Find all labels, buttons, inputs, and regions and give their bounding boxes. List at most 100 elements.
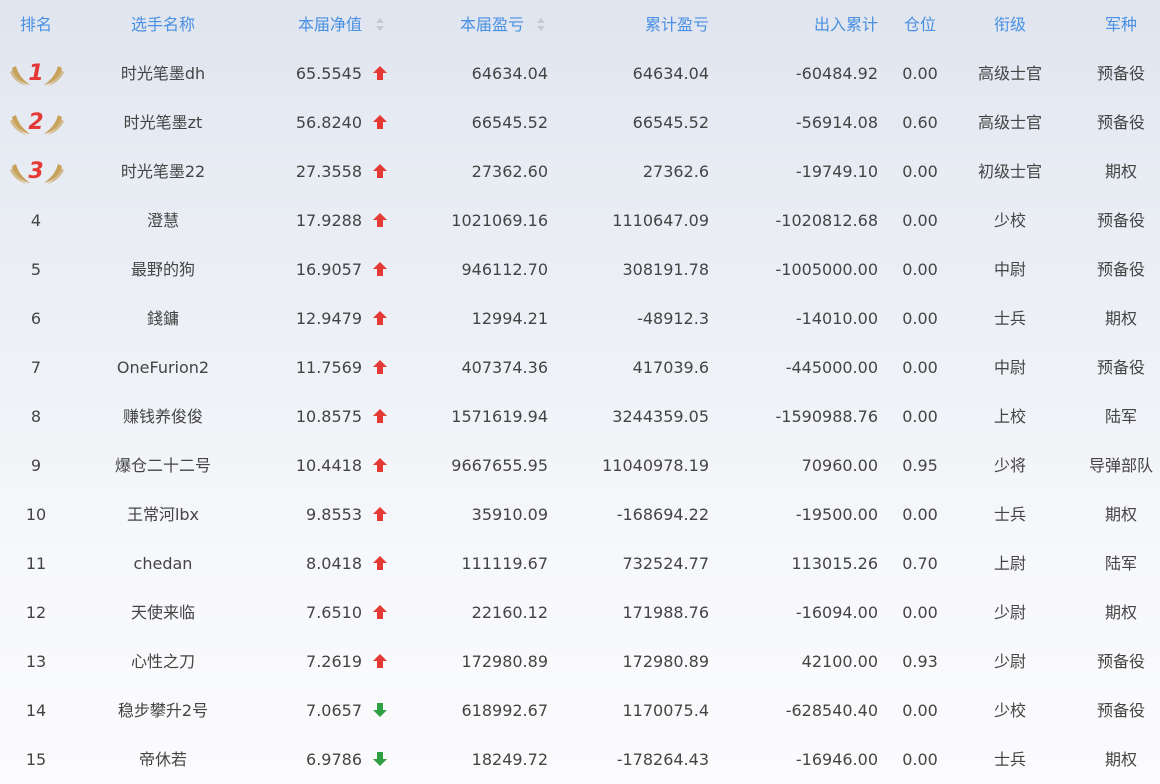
arrow-up-icon bbox=[370, 49, 390, 98]
player-name[interactable]: 王常河lbx bbox=[78, 490, 248, 539]
arrow-up-icon bbox=[370, 539, 390, 588]
player-name[interactable]: 錢鏞 bbox=[78, 294, 248, 343]
cumulative-pnl: 64634.04 bbox=[632, 64, 709, 83]
position-ratio: 0.00 bbox=[902, 701, 938, 720]
col-header-name: 选手名称 bbox=[130, 15, 195, 34]
military-title: 少尉 bbox=[993, 603, 1026, 622]
military-arm: 预备役 bbox=[1096, 64, 1145, 83]
col-header-in-out: 出入累计 bbox=[813, 15, 878, 34]
table-row: 10 王常河lbx 9.8553 35910.09 -168694.22 -19500.0… bbox=[0, 490, 1160, 539]
military-arm: 预备役 bbox=[1096, 113, 1145, 132]
player-name[interactable]: 澄慧 bbox=[78, 196, 248, 245]
nav-value: 11.7569 bbox=[295, 358, 362, 377]
military-arm: 预备役 bbox=[1096, 652, 1145, 671]
current-pnl: 172980.89 bbox=[461, 652, 548, 671]
table-row: 2 时光笔墨zt 56.8240 66545.52 66545.52 -56914.08 0… bbox=[0, 98, 1160, 147]
table-header: 排名 选手名称 本届净值 本届盈亏 累计盈亏 出入累计 仓位 衔级 军种 bbox=[0, 0, 1160, 49]
player-name[interactable]: 最野的狗 bbox=[78, 245, 248, 294]
military-arm: 导弹部队 bbox=[1088, 456, 1153, 475]
in-out-total: 42100.00 bbox=[801, 652, 878, 671]
in-out-total: -56914.08 bbox=[795, 113, 878, 132]
position-ratio: 0.00 bbox=[902, 260, 938, 279]
in-out-total: -1005000.00 bbox=[775, 260, 878, 279]
rank-medal: 1 bbox=[0, 49, 72, 98]
arrow-up-icon bbox=[370, 637, 390, 686]
current-pnl: 9667655.95 bbox=[451, 456, 548, 475]
military-title: 中尉 bbox=[993, 260, 1026, 279]
cumulative-pnl: 3244359.05 bbox=[612, 407, 709, 426]
player-name[interactable]: OneFurion2 bbox=[78, 343, 248, 392]
cumulative-pnl: 1170075.4 bbox=[622, 701, 709, 720]
col-header-cumulative-pnl: 累计盈亏 bbox=[644, 15, 709, 34]
col-header-title: 衔级 bbox=[993, 15, 1026, 34]
player-name[interactable]: 爆仓二十二号 bbox=[78, 441, 248, 490]
table-row: 15 帝休若 6.9786 18249.72 -178264.43 -16946.00 0.… bbox=[0, 735, 1160, 784]
arrow-up-icon bbox=[370, 490, 390, 539]
sort-current-pnl-icon[interactable] bbox=[537, 17, 545, 33]
col-header-rank: 排名 bbox=[19, 15, 52, 34]
col-header-nav[interactable]: 本届净值 bbox=[262, 0, 362, 49]
in-out-total: -14010.00 bbox=[795, 309, 878, 328]
table-row: 14 稳步攀升2号 7.0657 618992.67 1170075.4 -628540.… bbox=[0, 686, 1160, 735]
rank-number: 14 bbox=[25, 701, 47, 720]
nav-value: 12.9479 bbox=[295, 309, 362, 328]
player-name[interactable]: 时光笔墨22 bbox=[78, 147, 248, 196]
arrow-up-icon bbox=[370, 343, 390, 392]
military-arm: 陆军 bbox=[1104, 554, 1137, 573]
nav-value: 7.2619 bbox=[306, 652, 362, 671]
military-title: 高级士官 bbox=[977, 113, 1042, 132]
player-name[interactable]: chedan bbox=[78, 539, 248, 588]
military-arm: 期权 bbox=[1104, 505, 1137, 524]
in-out-total: -1590988.76 bbox=[775, 407, 878, 426]
in-out-total: -16094.00 bbox=[795, 603, 878, 622]
player-name[interactable]: 赚钱养俊俊 bbox=[78, 392, 248, 441]
player-name[interactable]: 天使来临 bbox=[78, 588, 248, 637]
sort-nav-icon[interactable] bbox=[376, 17, 384, 33]
rank-number: 5 bbox=[30, 260, 42, 279]
nav-value: 10.4418 bbox=[295, 456, 362, 475]
current-pnl: 1571619.94 bbox=[451, 407, 548, 426]
cumulative-pnl: 1110647.09 bbox=[612, 211, 709, 230]
military-title: 士兵 bbox=[993, 309, 1026, 328]
current-pnl: 12994.21 bbox=[471, 309, 548, 328]
nav-value: 56.8240 bbox=[295, 113, 362, 132]
military-title: 士兵 bbox=[993, 505, 1026, 524]
player-name[interactable]: 稳步攀升2号 bbox=[78, 686, 248, 735]
military-title: 少校 bbox=[993, 701, 1026, 720]
current-pnl: 66545.52 bbox=[471, 113, 548, 132]
nav-value: 10.8575 bbox=[295, 407, 362, 426]
current-pnl: 35910.09 bbox=[471, 505, 548, 524]
arrow-up-icon bbox=[370, 98, 390, 147]
cumulative-pnl: 308191.78 bbox=[622, 260, 709, 279]
arrow-up-icon bbox=[370, 441, 390, 490]
military-title: 初级士官 bbox=[977, 162, 1042, 181]
player-name[interactable]: 帝休若 bbox=[78, 735, 248, 784]
current-pnl: 64634.04 bbox=[471, 64, 548, 83]
table-row: 1 时光笔墨dh 65.5545 64634.04 64634.04 -60484.92 0… bbox=[0, 49, 1160, 98]
in-out-total: -19749.10 bbox=[795, 162, 878, 181]
rank-number: 7 bbox=[30, 358, 42, 377]
cumulative-pnl: 732524.77 bbox=[622, 554, 709, 573]
arrow-up-icon bbox=[370, 196, 390, 245]
rank-number: 4 bbox=[30, 211, 42, 230]
rank-number: 6 bbox=[30, 309, 42, 328]
in-out-total: -16946.00 bbox=[795, 750, 878, 769]
player-name[interactable]: 时光笔墨zt bbox=[78, 98, 248, 147]
rank-number: 13 bbox=[25, 652, 47, 671]
player-name[interactable]: 时光笔墨dh bbox=[78, 49, 248, 98]
position-ratio: 0.00 bbox=[902, 407, 938, 426]
col-header-current-pnl[interactable]: 本届盈亏 bbox=[420, 0, 524, 49]
in-out-total: -60484.92 bbox=[795, 64, 878, 83]
player-name[interactable]: 心性之刀 bbox=[78, 637, 248, 686]
cumulative-pnl: 27362.6 bbox=[642, 162, 709, 181]
nav-value: 6.9786 bbox=[306, 750, 362, 769]
table-row: 5 最野的狗 16.9057 946112.70 308191.78 -1005000.0… bbox=[0, 245, 1160, 294]
rank-number: 2 bbox=[28, 110, 44, 135]
current-pnl: 407374.36 bbox=[461, 358, 548, 377]
position-ratio: 0.00 bbox=[902, 309, 938, 328]
nav-value: 7.6510 bbox=[306, 603, 362, 622]
military-arm: 期权 bbox=[1104, 162, 1137, 181]
table-body: 1 时光笔墨dh 65.5545 64634.04 64634.04 -60484.92 0… bbox=[0, 49, 1160, 784]
table-row: 12 天使来临 7.6510 22160.12 171988.76 -16094.00 0.… bbox=[0, 588, 1160, 637]
military-title: 士兵 bbox=[993, 750, 1026, 769]
